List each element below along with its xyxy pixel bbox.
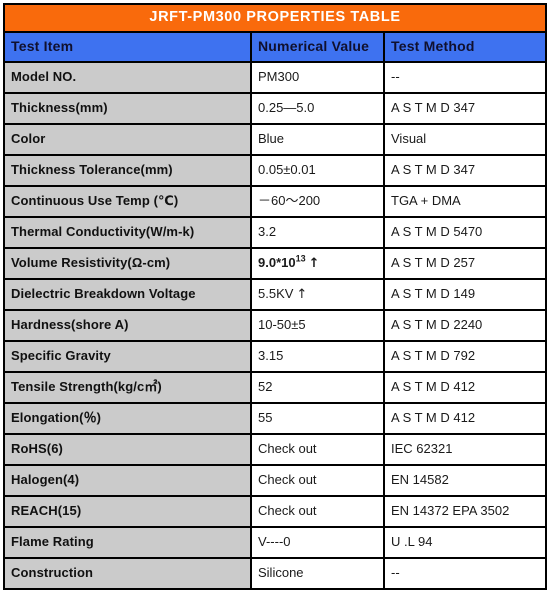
page-root: JRFT-PM300 PROPERTIES TABLE Test Item Nu… (0, 0, 559, 590)
table-row: Thickness(mm) 0.25—5.0 A S T M D 347 (3, 92, 548, 125)
cell-test-item: Dielectric Breakdown Voltage (3, 278, 252, 311)
cell-test-item: Model NO. (3, 61, 252, 94)
cell-test-item: RoHS(6) (3, 433, 252, 466)
cell-numerical-value: Silicone (250, 557, 385, 590)
table-row: Thermal Conductivity(W/m-k) 3.2 A S T M D … (3, 216, 548, 249)
table-row: RoHS(6) Check out IEC 62321 (3, 433, 548, 466)
cell-numerical-value: 0.05±0.01 (250, 154, 385, 187)
up-arrow-icon: ↑ (296, 286, 308, 302)
table-row: Thickness Tolerance(mm) 0.05±0.01 A S T M … (3, 154, 548, 187)
cell-test-item: Construction (3, 557, 252, 590)
cell-test-method: EN 14582 (382, 464, 548, 497)
cell-test-item: Specific Gravity (3, 340, 252, 373)
table-row: Color Blue Visual (3, 123, 548, 156)
cell-test-item: REACH(15) (3, 495, 252, 528)
cell-test-item: Elongation(％) (3, 402, 252, 435)
cell-test-method: A S T M D 792 (382, 340, 548, 373)
cell-test-item: Volume Resistivity(Ω-cm) (3, 247, 252, 280)
cell-test-method: EN 14372 EPA 3502 (382, 495, 548, 528)
cell-numerical-value: 0.25—5.0 (250, 92, 385, 125)
cell-test-method: U .L 94 (382, 526, 548, 559)
table-title: JRFT-PM300 PROPERTIES TABLE (2, 3, 548, 33)
table-row: Flame Rating V----0 U .L 94 (3, 526, 548, 559)
table-header-row: Test Item Numerical Value Test Method (3, 31, 548, 63)
table-row: Hardness(shore A) 10-50±5 A S T M D 2240 (3, 309, 548, 342)
cell-numerical-value: Check out (250, 433, 385, 466)
table-row: REACH(15) Check out EN 14372 EPA 3502 (3, 495, 548, 528)
cell-test-item: Hardness(shore A) (3, 309, 252, 342)
cell-test-method: A S T M D 2240 (382, 309, 548, 342)
table-title-row: JRFT-PM300 PROPERTIES TABLE (2, 3, 548, 33)
cell-numerical-value: Check out (250, 495, 385, 528)
cell-test-method: Visual (382, 123, 548, 156)
table-body: JRFT-PM300 PROPERTIES TABLE Test Item Nu… (2, 3, 548, 590)
cell-test-item: Color (3, 123, 252, 156)
cell-test-method: A S T M D 412 (382, 402, 548, 435)
cell-test-item: Thermal Conductivity(W/m-k) (3, 216, 252, 249)
cell-test-method: A S T M D 412 (382, 371, 548, 404)
table-row: Construction Silicone -- (3, 557, 548, 590)
table-row: Continuous Use Temp (℃) －60～200 TGA + DMA (3, 185, 548, 218)
table-row: Model NO. PM300 -- (3, 61, 548, 94)
table-row: Volume Resistivity(Ω-cm) 9.0*1013 ↑ A S T M… (3, 247, 548, 280)
column-header-numerical-value: Numerical Value (250, 31, 385, 63)
table-row: Specific Gravity 3.15 A S T M D 792 (3, 340, 548, 373)
column-header-test-method: Test Method (382, 31, 548, 63)
cell-test-method: A S T M D 347 (382, 92, 548, 125)
cell-numerical-value: 10-50±5 (250, 309, 385, 342)
value-text: 5.5KV (258, 285, 294, 301)
table-row: Halogen(4) Check out EN 14582 (3, 464, 548, 497)
up-arrow-icon: ↑ (308, 255, 320, 271)
cell-test-method: A S T M D 257 (382, 247, 548, 280)
cell-numerical-value: Blue (250, 123, 385, 156)
cell-test-method: -- (382, 557, 548, 590)
table-row: Elongation(％) 55 A S T M D 412 (3, 402, 548, 435)
cell-numerical-value: 3.15 (250, 340, 385, 373)
cell-numerical-value: 3.2 (250, 216, 385, 249)
cell-numerical-value: 9.0*1013 ↑ (250, 247, 385, 280)
column-header-test-item: Test Item (3, 31, 252, 63)
cell-test-method: IEC 62321 (382, 433, 548, 466)
cell-test-method: A S T M D 5470 (382, 216, 548, 249)
cell-test-item: Halogen(4) (3, 464, 252, 497)
cell-test-item: Thickness(mm) (3, 92, 252, 125)
cell-numerical-value: 5.5KV ↑ (250, 278, 385, 311)
cell-test-method: -- (382, 61, 548, 94)
table-row: Tensile Strength(kg/c㎡) 52 A S T M D 412 (3, 371, 548, 404)
cell-test-item: Thickness Tolerance(mm) (3, 154, 252, 187)
cell-test-method: A S T M D 347 (382, 154, 548, 187)
cell-test-method: A S T M D 149 (382, 278, 548, 311)
cell-numerical-value: V----0 (250, 526, 385, 559)
table-row: Dielectric Breakdown Voltage 5.5KV ↑ A S T … (3, 278, 548, 311)
cell-test-item: Tensile Strength(kg/c㎡) (3, 371, 252, 404)
value-text: 9.0*10 (258, 254, 296, 270)
properties-table: JRFT-PM300 PROPERTIES TABLE Test Item Nu… (2, 3, 548, 590)
cell-test-item: Flame Rating (3, 526, 252, 559)
cell-test-method: TGA + DMA (382, 185, 548, 218)
cell-numerical-value: Check out (250, 464, 385, 497)
cell-numerical-value: 52 (250, 371, 385, 404)
cell-numerical-value: PM300 (250, 61, 385, 94)
cell-numerical-value: －60～200 (250, 185, 385, 218)
value-exponent: 13 (295, 253, 306, 264)
cell-numerical-value: 55 (250, 402, 385, 435)
cell-test-item: Continuous Use Temp (℃) (3, 185, 252, 218)
